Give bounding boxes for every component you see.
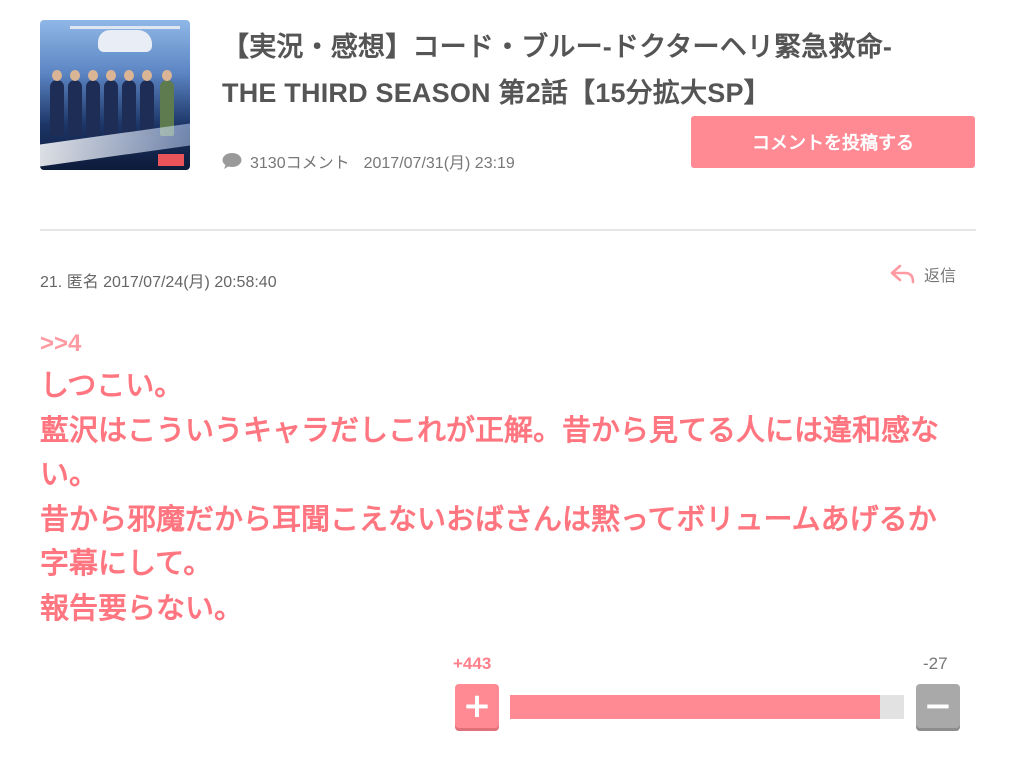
vote-ratio-fill <box>510 695 881 719</box>
thumbnail-figure <box>68 70 82 136</box>
speech-bubble-icon <box>222 152 242 170</box>
reply-label: 返信 <box>924 268 957 285</box>
minus-vote-count: -27 <box>923 654 948 673</box>
reply-button[interactable]: 返信 <box>890 262 956 286</box>
minus-vote-button[interactable]: − <box>916 684 960 728</box>
article-thumbnail[interactable] <box>40 20 190 170</box>
reply-anchor-link[interactable]: >>4 <box>40 330 81 358</box>
comment-line: しつこい。 <box>40 370 184 402</box>
thumbnail-figure <box>140 70 154 136</box>
thumbnail-figure <box>86 70 100 136</box>
reply-arrow-icon <box>890 264 915 284</box>
comment-line: 昔から邪魔だから耳聞こえないおばさんは黙ってボリュームあげるか <box>40 503 937 536</box>
page: 【実況・感想】コード・ブルー-ドクターヘリ緊急救命- THE THIRD SEA… <box>0 0 1018 759</box>
comment-body: しつこい。 藍沢はこういうキャラだしこれが正解。昔から見てる人には違和感な い。… <box>40 364 985 631</box>
article-date: 2017/07/31(月) 23:19 <box>363 155 515 172</box>
article-title-line: THE THIRD SEASON 第2話【15分拡大SP】 <box>222 78 771 108</box>
comment-line: 字幕にして。 <box>40 548 213 580</box>
thumbnail-figure <box>104 70 118 136</box>
article-title[interactable]: 【実況・感想】コード・ブルー-ドクターヘリ緊急救命- THE THIRD SEA… <box>222 24 982 116</box>
comment-line: 報告要らない。 <box>40 592 244 625</box>
comment-count[interactable]: 3130コメント <box>250 149 350 173</box>
thumbnail-figure <box>50 70 64 136</box>
thumbnail-helicopter <box>98 30 152 52</box>
thumbnail-figure <box>122 70 136 136</box>
thumbnail-rotor <box>70 26 180 29</box>
plus-vote-count: +443 <box>453 654 492 673</box>
article-title-line: 【実況・感想】コード・ブルー-ドクターヘリ緊急救命- <box>222 32 893 62</box>
vote-ratio-bar <box>510 695 904 719</box>
article-meta: 3130コメント 2017/07/31(月) 23:19 <box>222 149 515 173</box>
plus-vote-button[interactable]: + <box>455 684 499 728</box>
post-comment-button[interactable]: コメントを投稿する <box>691 116 975 168</box>
thumbnail-episode-badge <box>158 154 184 166</box>
comment-line: 藍沢はこういうキャラだしこれが正解。昔から見てる人には違和感な <box>40 414 940 447</box>
comment-line: い。 <box>40 459 99 491</box>
divider <box>40 229 976 231</box>
comment-meta: 21. 匿名 2017/07/24(月) 20:58:40 <box>40 274 277 291</box>
